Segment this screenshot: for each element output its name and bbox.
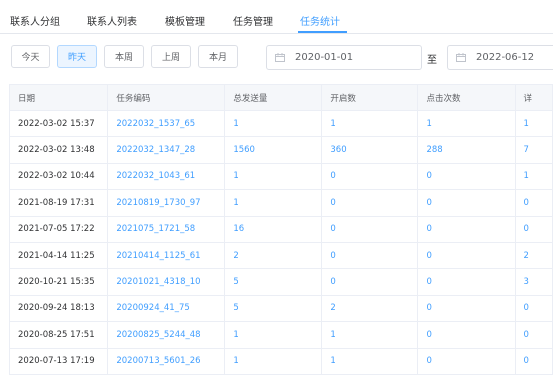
date-cell: 2020-09-24 18:13 [8,294,109,323]
tab-task-management[interactable]: 任务管理 [233,13,273,28]
calendar-icon [456,53,466,62]
task-code-link[interactable]: 20201021_4318_10 [107,268,226,296]
table-row: 2021-07-05 17:22 2021075_1721_58 16 0 0 0 [8,215,553,243]
tab-template-management[interactable]: 模板管理 [165,13,205,28]
total-sent-cell: 2 [224,241,323,270]
opens-cell: 2 [321,294,419,323]
clicks-cell: 0 [417,215,516,243]
clicks-cell: 0 [417,162,516,191]
date-cell: 2022-03-02 15:37 [8,109,109,138]
date-cell: 2020-10-21 15:35 [8,268,109,296]
total-sent-cell: 1 [224,189,323,217]
clicks-cell: 0 [417,241,516,270]
task-code-link[interactable]: 20200924_41_75 [107,294,226,323]
date-cell: 2021-07-05 17:22 [8,215,109,243]
start-date-field[interactable]: 2020-01-01 [266,45,422,70]
end-date-value: 2022-06-12 [476,52,535,63]
task-code-link[interactable]: 2022032_1347_28 [107,136,226,164]
task-statistics-table: 日期 任务编码 总发送量 开启数 点击次数 详 2022-03-02 15:37… [8,84,553,375]
total-sent-cell: 1 [224,321,323,349]
column-header-opens[interactable]: 开启数 [321,84,419,111]
active-tab-indicator [298,31,347,33]
task-code-link[interactable]: 20210414_1125_61 [107,241,226,270]
opens-cell: 0 [321,189,419,217]
last-week-button[interactable]: 上周 [151,45,191,68]
total-sent-cell: 1560 [224,136,323,164]
task-code-link[interactable]: 2021075_1721_58 [107,215,226,243]
task-code-link[interactable]: 2022032_1043_61 [107,162,226,191]
column-header-total-sent[interactable]: 总发送量 [224,84,323,111]
task-code-link[interactable]: 20200713_5601_26 [107,347,226,375]
column-header-detail[interactable]: 详 [514,84,553,111]
clicks-cell: 0 [417,189,516,217]
detail-cell: 0 [514,294,553,323]
opens-cell: 1 [321,347,419,375]
detail-cell: 0 [514,321,553,349]
today-button[interactable]: 今天 [11,45,50,68]
this-month-button[interactable]: 本月 [198,45,238,68]
table-row: 2020-07-13 17:19 20200713_5601_26 1 1 0 0 [8,347,553,375]
table-row: 2021-04-14 11:25 20210414_1125_61 2 0 0 2 [8,241,553,270]
detail-cell: 1 [514,162,553,191]
clicks-cell: 288 [417,136,516,164]
table-row: 2022-03-02 15:37 2022032_1537_65 1 1 1 1 [8,109,553,138]
table-row: 2020-10-21 15:35 20201021_4318_10 5 0 0 3 [8,268,553,296]
task-code-link[interactable]: 20210819_1730_97 [107,189,226,217]
total-sent-cell: 1 [224,347,323,375]
opens-cell: 0 [321,241,419,270]
total-sent-cell: 5 [224,268,323,296]
table-row: 2022-03-02 13:48 2022032_1347_28 1560 360 28… [8,136,553,164]
tab-contact-list[interactable]: 联系人列表 [87,13,137,28]
date-cell: 2022-03-02 10:44 [8,162,109,191]
table-row: 2022-03-02 10:44 2022032_1043_61 1 0 0 1 [8,162,553,191]
column-header-task-code[interactable]: 任务编码 [107,84,226,111]
detail-cell: 0 [514,189,553,217]
calendar-icon [275,53,285,62]
date-cell: 2021-04-14 11:25 [8,241,109,270]
opens-cell: 1 [321,321,419,349]
total-sent-cell: 5 [224,294,323,323]
clicks-cell: 0 [417,347,516,375]
start-date-value: 2020-01-01 [295,52,354,63]
tab-contact-groups[interactable]: 联系人分组 [10,13,60,28]
this-week-button[interactable]: 本周 [104,45,144,68]
total-sent-cell: 1 [224,162,323,191]
opens-cell: 0 [321,162,419,191]
detail-cell: 0 [514,215,553,243]
column-header-clicks[interactable]: 点击次数 [417,84,516,111]
date-range-separator: 至 [427,55,437,66]
clicks-cell: 0 [417,268,516,296]
date-cell: 2022-03-02 13:48 [8,136,109,164]
clicks-cell: 0 [417,294,516,323]
total-sent-cell: 16 [224,215,323,243]
end-date-field[interactable]: 2022-06-12 [447,45,553,70]
tab-bar: 联系人分组 联系人列表 模板管理 任务管理 任务统计 [0,0,553,34]
detail-cell: 1 [514,109,553,138]
table-header-row: 日期 任务编码 总发送量 开启数 点击次数 详 [8,84,553,111]
total-sent-cell: 1 [224,109,323,138]
date-cell: 2020-07-13 17:19 [8,347,109,375]
opens-cell: 1 [321,109,419,138]
table-row: 2021-08-19 17:31 20210819_1730_97 1 0 0 0 [8,189,553,217]
task-code-link[interactable]: 20200825_5244_48 [107,321,226,349]
opens-cell: 0 [321,215,419,243]
yesterday-button[interactable]: 昨天 [57,45,97,68]
opens-cell: 0 [321,268,419,296]
detail-cell: 7 [514,136,553,164]
date-cell: 2020-08-25 17:51 [8,321,109,349]
clicks-cell: 1 [417,109,516,138]
detail-cell: 0 [514,347,553,375]
detail-cell: 2 [514,241,553,270]
table-row: 2020-09-24 18:13 20200924_41_75 5 2 0 0 [8,294,553,323]
detail-cell: 3 [514,268,553,296]
task-code-link[interactable]: 2022032_1537_65 [107,109,226,138]
date-cell: 2021-08-19 17:31 [8,189,109,217]
column-header-date[interactable]: 日期 [8,84,109,111]
clicks-cell: 0 [417,321,516,349]
table-row: 2020-08-25 17:51 20200825_5244_48 1 1 0 0 [8,321,553,349]
tab-task-statistics[interactable]: 任务统计 [300,13,340,28]
opens-cell: 360 [321,136,419,164]
